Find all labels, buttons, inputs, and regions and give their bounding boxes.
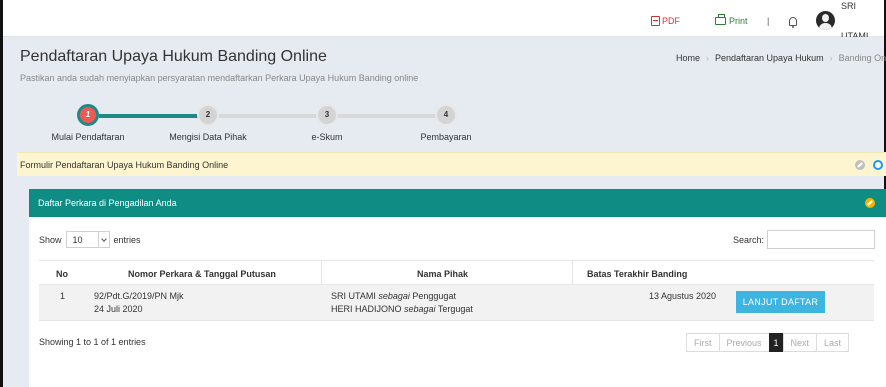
separator: |: [767, 16, 770, 26]
cell-no: 1: [60, 291, 66, 301]
pihak-2-role: sebagai: [404, 304, 436, 314]
wizard-step-3-label: e-Skum: [311, 132, 343, 142]
entries-value: 10: [72, 234, 83, 245]
wizard-step-2-label: Mengisi Data Pihak: [169, 132, 247, 142]
cell-nomor-perkara: 92/Pdt.G/2019/PN Mjk: [94, 291, 184, 301]
pdf-icon: [651, 16, 660, 26]
wizard-step-4[interactable]: 4: [435, 104, 457, 126]
notifications-button[interactable]: [789, 6, 797, 36]
avatar-body-icon: [819, 23, 832, 30]
search-input[interactable]: [767, 230, 875, 249]
table-header: No Nomor Perkara & Tanggal Putusan Nama …: [39, 260, 874, 285]
chevron-down-icon: [97, 232, 109, 247]
breadcrumb-current: Banding Onli: [838, 53, 886, 63]
breadcrumb-separator: ›: [829, 53, 833, 63]
pagination: First Previous 1 Next Last: [686, 333, 850, 352]
app-window: PDF Print | SRI UTAMI Pendaftaran Upaya …: [0, 0, 886, 387]
breadcrumb: Home › Pendaftaran Upaya Hukum › Banding…: [676, 53, 886, 63]
cell-batas-banding: 13 Agustus 2020: [649, 291, 717, 301]
pdf-label: PDF: [662, 16, 680, 26]
bell-icon: [789, 16, 797, 28]
pdf-button[interactable]: PDF: [651, 6, 680, 36]
page-current-button[interactable]: 1: [768, 333, 784, 352]
breadcrumb-upaya-hukum[interactable]: Pendaftaran Upaya Hukum: [715, 53, 824, 63]
search-label: Search:: [733, 235, 765, 245]
cell-tanggal-putusan: 24 Juli 2020: [94, 304, 143, 314]
panel-title: Daftar Perkara di Pengadilan Anda: [38, 198, 177, 208]
panel-edit-icon[interactable]: [865, 198, 875, 208]
pihak-1-role: sebagai: [378, 291, 410, 301]
cell-pihak-2: HERI HADIJONO sebagai Tergugat: [331, 304, 473, 314]
wizard-line: [337, 114, 436, 118]
show-label: Show: [39, 234, 62, 245]
print-icon: [715, 14, 726, 25]
wizard-step-3[interactable]: 3: [316, 104, 338, 126]
table-info: Showing 1 to 1 of 1 entries: [39, 337, 146, 347]
user-name[interactable]: SRI UTAMI: [841, 1, 884, 41]
header-nomor-perkara[interactable]: Nomor Perkara & Tanggal Putusan: [128, 269, 276, 279]
page-last-button[interactable]: Last: [816, 333, 850, 352]
avatar-head-icon: [822, 14, 829, 22]
wizard-line-done: [99, 114, 198, 118]
wizard-steps: 1 2 3 4 Mulai Pendaftaran Mengisi Data P…: [3, 101, 503, 145]
breadcrumb-separator: ›: [706, 53, 710, 63]
form-notice-bar: Formulir Pendaftaran Upaya Hukum Banding…: [17, 152, 886, 176]
main-content: Pendaftaran Upaya Hukum Banding Online P…: [3, 37, 886, 387]
page-previous-button[interactable]: Previous: [718, 333, 770, 352]
refresh-icon[interactable]: [873, 160, 883, 170]
pihak-2-type: Tergugat: [437, 304, 473, 314]
pihak-1-type: Penggugat: [412, 291, 456, 301]
wizard-step-1[interactable]: 1: [77, 104, 99, 126]
lanjut-daftar-button[interactable]: LANJUT DAFTAR: [736, 291, 825, 313]
wizard-step-4-label: Pembayaran: [420, 132, 472, 142]
pihak-2-name: HERI HADIJONO: [331, 304, 402, 314]
page-next-button[interactable]: Next: [782, 333, 818, 352]
panel-header: Daftar Perkara di Pengadilan Anda: [29, 189, 886, 217]
wizard-step-2[interactable]: 2: [197, 104, 219, 126]
page-first-button[interactable]: First: [686, 333, 720, 352]
notice-text: Formulir Pendaftaran Upaya Hukum Banding…: [20, 160, 229, 170]
header-no[interactable]: No: [56, 269, 68, 279]
print-button[interactable]: Print: [715, 6, 748, 36]
header-batas-banding[interactable]: Batas Terakhir Banding: [587, 269, 687, 279]
wizard-line: [218, 114, 317, 118]
entries-label: entries: [113, 234, 141, 245]
top-navbar: PDF Print | SRI UTAMI: [3, 1, 884, 41]
case-list-panel: Daftar Perkara di Pengadilan Anda Show 1…: [29, 189, 886, 387]
page-title: Pendaftaran Upaya Hukum Banding Online: [20, 48, 327, 65]
table-row: 1 92/Pdt.G/2019/PN Mjk 24 Juli 2020 SRI …: [39, 285, 874, 321]
header-divider: [572, 261, 573, 285]
pihak-1-name: SRI UTAMI: [331, 291, 376, 301]
entries-length-control: Show 10 entries: [39, 231, 141, 248]
breadcrumb-home[interactable]: Home: [676, 53, 700, 63]
edit-icon[interactable]: [855, 160, 865, 170]
header-nama-pihak[interactable]: Nama Pihak: [417, 269, 468, 279]
page-subtitle: Pastikan anda sudah menyiapkan persyarat…: [20, 73, 419, 83]
cell-pihak-1: SRI UTAMI sebagai Penggugat: [331, 291, 456, 301]
header-divider: [321, 261, 322, 285]
wizard-step-1-label: Mulai Pendaftaran: [51, 132, 125, 142]
user-avatar[interactable]: [816, 11, 835, 30]
print-label: Print: [729, 16, 748, 26]
entries-select[interactable]: 10: [65, 231, 110, 248]
